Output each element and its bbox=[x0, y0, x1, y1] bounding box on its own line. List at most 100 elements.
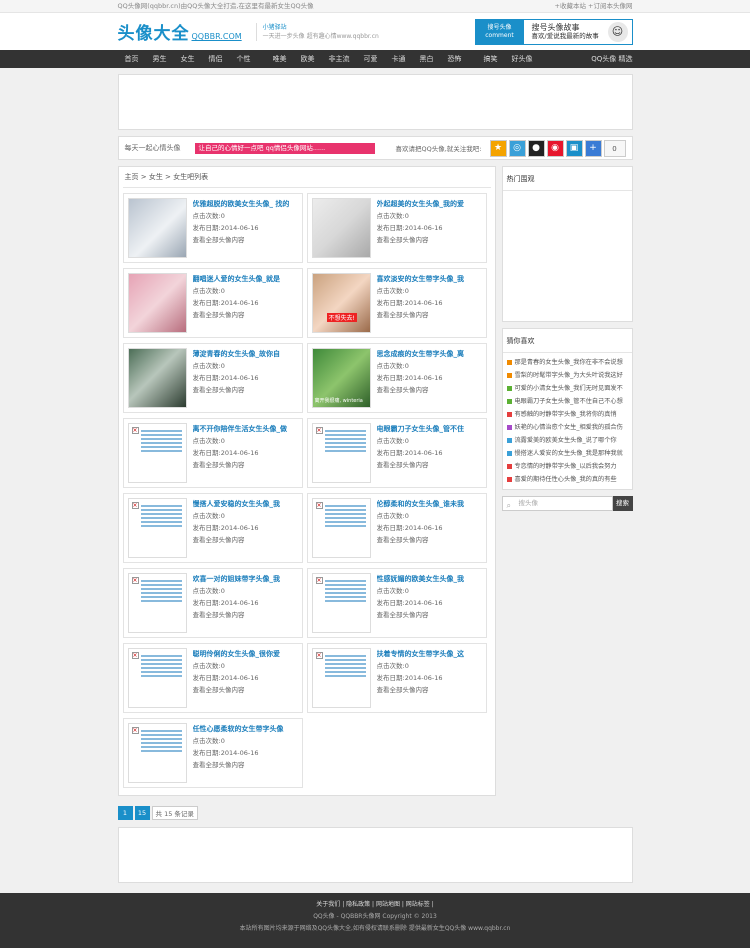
search-button[interactable]: 搜索 bbox=[612, 496, 633, 511]
card-title[interactable]: 优雅超脱的欧美女生头像_ 找的 bbox=[193, 198, 298, 210]
card-title[interactable]: 离不开你陪伴生活女生头像_做 bbox=[193, 423, 298, 435]
card-title[interactable]: 喜欢淡安的女生带字头像_我 bbox=[377, 273, 482, 285]
card-more-link[interactable]: 查看全部头像内容 bbox=[377, 384, 482, 396]
avatar-card[interactable]: 优雅超脱的欧美女生头像_ 找的 点击次数:0 发布日期:2014-06-16 查看全部… bbox=[122, 193, 303, 263]
card-more-link[interactable]: 查看全部头像内容 bbox=[377, 234, 482, 246]
search-input[interactable]: ⌕ 搜头像 bbox=[501, 496, 613, 511]
nav-right-label[interactable]: QQ头像 精选 bbox=[591, 50, 632, 68]
recommend-item[interactable]: 雪梨的时髦带字头像_为大头叶说我这好 bbox=[506, 369, 628, 382]
scrolling-notice[interactable]: 让自己的心情好一点吧 qq情侣头像网站...... bbox=[194, 142, 375, 154]
nav-item-c-0[interactable]: 搞笑 bbox=[477, 50, 505, 68]
card-more-link[interactable]: 查看全部头像内容 bbox=[377, 534, 482, 546]
card-title[interactable]: 伦醇柔和的女生头像_谁未我 bbox=[377, 498, 482, 510]
card-title[interactable]: 性感妩媚的欧美女生头像_我 bbox=[377, 573, 482, 585]
plus-icon[interactable]: + bbox=[584, 139, 602, 157]
nav-item-a-4[interactable]: 个性 bbox=[230, 50, 258, 68]
card-title[interactable]: 薄淀青春的女生头像_故你自 bbox=[193, 348, 298, 360]
avatar-thumbnail[interactable]: 不想失去! bbox=[311, 273, 371, 333]
nav-item-b-0[interactable]: 唯美 bbox=[266, 50, 294, 68]
header-banner[interactable]: 搜号头像 comment 搜号头像故事 喜欢/爱说我最新的故事 ☺ bbox=[474, 18, 633, 45]
card-more-link[interactable]: 查看全部头像内容 bbox=[193, 759, 298, 771]
broken-image-placeholder[interactable]: × bbox=[311, 423, 371, 483]
avatar-card[interactable]: × 性感妩媚的欧美女生头像_我 点击次数:0 发布日期:2014-06-16 查看全部头… bbox=[306, 568, 487, 638]
star-icon[interactable]: ★ bbox=[489, 139, 507, 157]
nav-item-a-1[interactable]: 男生 bbox=[146, 50, 174, 68]
avatar-card[interactable]: × 聪明伶俐的女生头像_很你爱 点击次数:0 发布日期:2014-06-16 查看全部头… bbox=[122, 643, 303, 713]
nav-item-b-1[interactable]: 欧美 bbox=[294, 50, 322, 68]
broken-image-placeholder[interactable]: × bbox=[127, 498, 187, 558]
nav-item-a-3[interactable]: 情侣 bbox=[202, 50, 230, 68]
footer-links[interactable]: 关于我们 | 隐私政策 | 网站地图 | 网站标签 | bbox=[0, 899, 750, 911]
avatar-card[interactable]: × 慢搭人爱安稳的女生头像_我 点击次数:0 发布日期:2014-06-16 查看全部头… bbox=[122, 493, 303, 563]
recommend-item[interactable]: 流露爱美的欧美女生头像_说了哪个你 bbox=[506, 434, 628, 447]
card-title[interactable]: 任性心愿柔软的女生带字头像 bbox=[193, 723, 298, 735]
top-bar-links[interactable]: +收藏本站 +订阅本头像网 bbox=[555, 0, 633, 13]
broken-image-placeholder[interactable]: × bbox=[311, 498, 371, 558]
recommend-item[interactable]: 慢搭迷人爱安的女生头像_我是那种我就 bbox=[506, 447, 628, 460]
card-title[interactable]: 外起超美的女生头像_我的爱 bbox=[377, 198, 482, 210]
avatar-card[interactable]: 薄淀青春的女生头像_故你自 点击次数:0 发布日期:2014-06-16 查看全部头像… bbox=[122, 343, 303, 413]
avatar-card[interactable]: × 离不开你陪伴生活女生头像_做 点击次数:0 发布日期:2014-06-16 查看全部… bbox=[122, 418, 303, 488]
avatar-thumbnail[interactable] bbox=[311, 198, 371, 258]
card-title[interactable]: 思念成痕的女生带字头像_离 bbox=[377, 348, 482, 360]
card-more-link[interactable]: 查看全部头像内容 bbox=[193, 234, 298, 246]
card-more-link[interactable]: 查看全部头像内容 bbox=[193, 609, 298, 621]
card-more-link[interactable]: 查看全部头像内容 bbox=[193, 534, 298, 546]
recommend-item[interactable]: 专恋情的时静带字头像_以后我会努力 bbox=[506, 460, 628, 473]
nav-item-b-3[interactable]: 可爱 bbox=[357, 50, 385, 68]
avatar-card[interactable]: × 扶着专情的女生带字头像_这 点击次数:0 发布日期:2014-06-16 查看全部头… bbox=[306, 643, 487, 713]
page-current[interactable]: 1 bbox=[117, 806, 133, 820]
breadcrumb[interactable]: 主页 > 女生 > 女生吧列表 bbox=[122, 167, 491, 188]
avatar-card[interactable]: × 欢喜一对的姐妹带字头像_我 点击次数:0 发布日期:2014-06-16 查看全部头… bbox=[122, 568, 303, 638]
recommend-item[interactable]: 电眼霸刀子女生头像_管不住自己不心想 bbox=[506, 395, 628, 408]
nav-item-b-6[interactable]: 恐怖 bbox=[441, 50, 469, 68]
card-title[interactable]: 聪明伶俐的女生头像_很你爱 bbox=[193, 648, 298, 660]
nav-item-a-0[interactable]: 首页 bbox=[118, 50, 146, 68]
avatar-card[interactable]: 不想失去! 喜欢淡安的女生带字头像_我 点击次数:0 发布日期:2014-06-16 查… bbox=[306, 268, 487, 338]
broken-image-placeholder[interactable]: × bbox=[127, 573, 187, 633]
nav-item-c-1[interactable]: 好头像 bbox=[505, 50, 540, 68]
card-title[interactable]: 欢喜一对的姐妹带字头像_我 bbox=[193, 573, 298, 585]
avatar-card[interactable]: 外起超美的女生头像_我的爱 点击次数:0 发布日期:2014-06-16 查看全部头像… bbox=[306, 193, 487, 263]
card-title[interactable]: 电眼霸刀子女生头像_管不住 bbox=[377, 423, 482, 435]
avatar-card[interactable]: × 电眼霸刀子女生头像_管不住 点击次数:0 发布日期:2014-06-16 查看全部头… bbox=[306, 418, 487, 488]
nav-item-b-4[interactable]: 卡通 bbox=[385, 50, 413, 68]
chat-icon[interactable]: ◎ bbox=[508, 139, 526, 157]
avatar-thumbnail[interactable] bbox=[127, 273, 187, 333]
broken-image-placeholder[interactable]: × bbox=[127, 723, 187, 783]
page-total[interactable]: 15 bbox=[134, 806, 150, 820]
avatar-thumbnail[interactable]: 离开我很痛, winteria bbox=[311, 348, 371, 408]
nav-item-b-2[interactable]: 非主流 bbox=[322, 50, 357, 68]
card-more-link[interactable]: 查看全部头像内容 bbox=[193, 384, 298, 396]
avatar-thumbnail[interactable] bbox=[127, 348, 187, 408]
card-more-link[interactable]: 查看全部头像内容 bbox=[377, 459, 482, 471]
broken-image-placeholder[interactable]: × bbox=[127, 423, 187, 483]
nav-item-b-5[interactable]: 黑白 bbox=[413, 50, 441, 68]
penguin-icon[interactable]: ● bbox=[527, 139, 545, 157]
recommend-item[interactable]: 喜爱的期待任性心头像_我的真的有些 bbox=[506, 473, 628, 486]
broken-image-placeholder[interactable]: × bbox=[127, 648, 187, 708]
broken-image-placeholder[interactable]: × bbox=[311, 573, 371, 633]
renren-icon[interactable]: ▣ bbox=[565, 139, 583, 157]
card-more-link[interactable]: 查看全部头像内容 bbox=[193, 459, 298, 471]
site-logo[interactable]: 头像大全 QQBBR.COM bbox=[118, 19, 242, 44]
card-more-link[interactable]: 查看全部头像内容 bbox=[377, 609, 482, 621]
avatar-card[interactable]: 离开我很痛, winteria 思念成痕的女生带字头像_离 点击次数:0 发布日期:2… bbox=[306, 343, 487, 413]
avatar-card[interactable]: × 任性心愿柔软的女生带字头像 点击次数:0 发布日期:2014-06-16 查看全部头… bbox=[122, 718, 303, 788]
avatar-thumbnail[interactable] bbox=[127, 198, 187, 258]
nav-item-a-2[interactable]: 女生 bbox=[174, 50, 202, 68]
recommend-item[interactable]: 那是青春的女生头像_我你在非不会说想 bbox=[506, 356, 628, 369]
card-more-link[interactable]: 查看全部头像内容 bbox=[193, 684, 298, 696]
avatar-card[interactable]: × 伦醇柔和的女生头像_谁未我 点击次数:0 发布日期:2014-06-16 查看全部头… bbox=[306, 493, 487, 563]
card-more-link[interactable]: 查看全部头像内容 bbox=[377, 309, 482, 321]
card-more-link[interactable]: 查看全部头像内容 bbox=[377, 684, 482, 696]
card-title[interactable]: 扶着专情的女生带字头像_这 bbox=[377, 648, 482, 660]
recommend-item[interactable]: 可爱的小清女生头像_我们无时见面发不 bbox=[506, 382, 628, 395]
recommend-item[interactable]: 有感触的时静带字头像_我将你的真悄 bbox=[506, 408, 628, 421]
weibo-icon[interactable]: ◉ bbox=[546, 139, 564, 157]
avatar-card[interactable]: 翻唱迷人爱的女生头像_就是 点击次数:0 发布日期:2014-06-16 查看全部头像… bbox=[122, 268, 303, 338]
recommend-item[interactable]: 妖艳的心情治愈个女生_相爱我的孤合伤 bbox=[506, 421, 628, 434]
broken-image-placeholder[interactable]: × bbox=[311, 648, 371, 708]
card-title[interactable]: 翻唱迷人爱的女生头像_就是 bbox=[193, 273, 298, 285]
card-more-link[interactable]: 查看全部头像内容 bbox=[193, 309, 298, 321]
